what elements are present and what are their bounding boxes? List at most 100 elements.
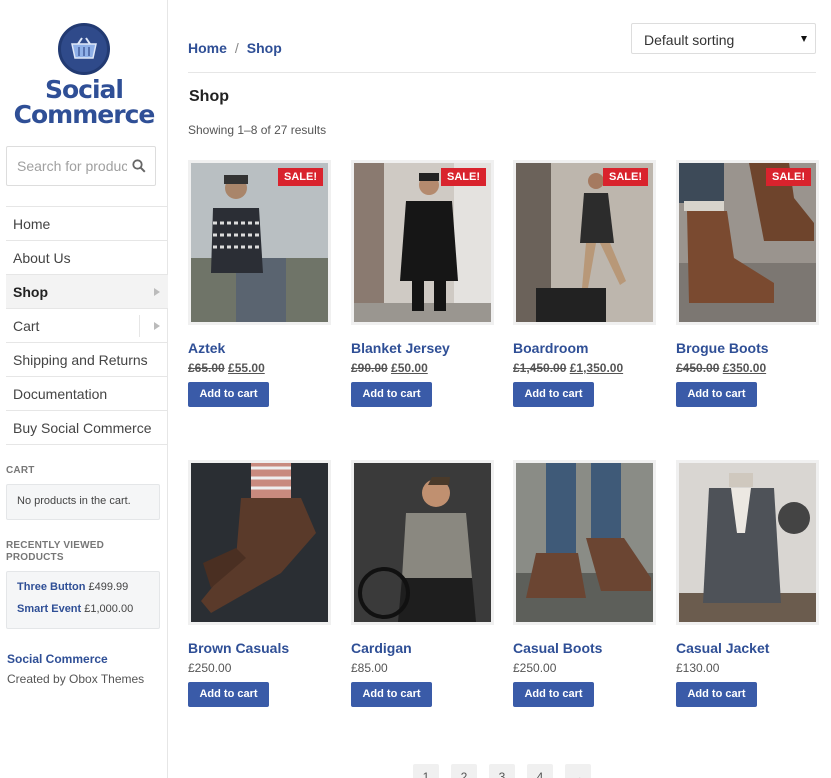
product-image[interactable] <box>513 460 656 625</box>
nav-item-label: Shipping and Returns <box>13 351 148 368</box>
product-price: £90.00 £50.00 <box>351 361 496 375</box>
sorting-selected-value: Default sorting <box>644 32 735 48</box>
recent-product-price: £1,000.00 <box>84 603 134 615</box>
product-image[interactable]: SALE! <box>513 160 656 325</box>
product-image[interactable]: SALE! <box>676 160 819 325</box>
chevron-right-icon <box>154 288 160 296</box>
sorting-select[interactable]: Default sorting <box>631 23 816 54</box>
add-to-cart-button[interactable]: Add to cart <box>188 682 269 707</box>
footer-title-link[interactable]: Social Commerce <box>7 652 108 666</box>
nav-item-home[interactable]: Home <box>6 207 168 241</box>
product-card: SALE! Aztek £65.00 £55.00 Add to cart <box>188 160 333 407</box>
old-price: £1,450.00 <box>513 361 567 375</box>
brand-name-line2: Commerce <box>13 100 156 129</box>
product-name-link[interactable]: Brogue Boots <box>676 340 821 356</box>
sale-price: £50.00 <box>391 361 428 375</box>
sale-badge: SALE! <box>766 168 811 186</box>
breadcrumb-current[interactable]: Shop <box>247 40 282 56</box>
product-card: Casual Jacket £130.00 Add to cart <box>676 460 821 707</box>
cart-empty-text: No products in the cart. <box>17 495 131 507</box>
breadcrumb: Home / Shop <box>188 40 282 56</box>
divider <box>188 72 816 73</box>
product-price: £250.00 <box>188 661 232 675</box>
add-to-cart-button[interactable]: Add to cart <box>351 682 432 707</box>
next-page-link[interactable]: → <box>565 764 591 778</box>
product-image[interactable]: SALE! <box>188 160 331 325</box>
nav-item-label: Documentation <box>13 385 108 402</box>
breadcrumb-separator: / <box>234 40 239 56</box>
pagination: 1 2 3 4 → <box>413 764 603 778</box>
product-price: £130.00 <box>676 661 720 675</box>
page-link[interactable]: 4 <box>527 764 553 778</box>
product-image[interactable] <box>188 460 331 625</box>
cart-widget-title: CART <box>6 465 35 476</box>
main-nav: Home About Us Shop Cart Shipping and Ret… <box>6 206 168 445</box>
nav-item-buy-social-commerce[interactable]: Buy Social Commerce <box>6 411 168 445</box>
search-icon[interactable] <box>132 159 146 173</box>
breadcrumb-home-link[interactable]: Home <box>188 40 227 56</box>
nav-item-label: Home <box>13 215 51 232</box>
product-card: SALE! Brogue Boots £450.00 £350.00 Add t… <box>676 160 821 407</box>
sale-badge: SALE! <box>603 168 648 186</box>
product-name-link[interactable]: Casual Boots <box>513 640 658 656</box>
site-logo[interactable]: Social Commerce <box>0 18 168 127</box>
product-card: Casual Boots £250.00 Add to cart <box>513 460 658 707</box>
page-link[interactable]: 2 <box>451 764 477 778</box>
product-price: £250.00 <box>513 661 557 675</box>
recent-product-price: £499.99 <box>88 581 129 593</box>
brand-name-line1: Social <box>44 75 124 104</box>
add-to-cart-button[interactable]: Add to cart <box>351 382 432 407</box>
nav-item-shop[interactable]: Shop <box>6 275 168 309</box>
sale-price: £350.00 <box>722 361 767 375</box>
recent-product-link[interactable]: Smart Event <box>17 603 81 615</box>
nav-item-cart[interactable]: Cart <box>6 309 168 343</box>
sidebar: Social Commerce Home About Us Shop Cart … <box>0 0 168 778</box>
product-name-link[interactable]: Brown Casuals <box>188 640 333 656</box>
list-item: Three Button £499.99 <box>17 581 149 603</box>
nav-item-label: Cart <box>13 317 40 334</box>
product-image[interactable] <box>351 460 494 625</box>
nav-item-documentation[interactable]: Documentation <box>6 377 168 411</box>
caret-down-icon <box>801 36 807 42</box>
result-count: Showing 1–8 of 27 results <box>188 123 327 137</box>
page-link[interactable]: 3 <box>489 764 515 778</box>
list-item: Smart Event £1,000.00 <box>17 603 149 625</box>
add-to-cart-button[interactable]: Add to cart <box>513 682 594 707</box>
product-price: £1,450.00 £1,350.00 <box>513 361 658 375</box>
basket-logo-icon <box>58 23 110 75</box>
product-name-link[interactable]: Aztek <box>188 340 333 356</box>
product-image[interactable]: SALE! <box>351 160 494 325</box>
add-to-cart-button[interactable]: Add to cart <box>188 382 269 407</box>
add-to-cart-button[interactable]: Add to cart <box>676 682 757 707</box>
nav-item-shipping-and-returns[interactable]: Shipping and Returns <box>6 343 168 377</box>
sale-price: £55.00 <box>228 361 265 375</box>
recent-product-link[interactable]: Three Button <box>17 581 85 593</box>
divider <box>139 315 140 337</box>
sale-price: £1,350.00 <box>569 361 624 375</box>
product-name-link[interactable]: Boardroom <box>513 340 658 356</box>
recent-widget-title-line1: RECENTLY VIEWED <box>6 540 105 551</box>
add-to-cart-button[interactable]: Add to cart <box>513 382 594 407</box>
product-name-link[interactable]: Cardigan <box>351 640 496 656</box>
search-input[interactable] <box>7 147 127 185</box>
product-card: SALE! Boardroom £1,450.00 £1,350.00 Add … <box>513 160 658 407</box>
cart-widget: No products in the cart. <box>6 484 160 520</box>
old-price: £65.00 <box>188 361 225 375</box>
product-card: SALE! Blanket Jersey £90.00 £50.00 Add t… <box>351 160 496 407</box>
sale-badge: SALE! <box>278 168 323 186</box>
product-price: £85.00 <box>351 661 388 675</box>
chevron-right-icon[interactable] <box>154 322 160 330</box>
page-link[interactable]: 1 <box>413 764 439 778</box>
product-image[interactable] <box>676 460 819 625</box>
nav-item-label: About Us <box>13 249 71 266</box>
nav-item-label: Buy Social Commerce <box>13 419 152 436</box>
product-card: Brown Casuals £250.00 Add to cart <box>188 460 333 707</box>
footer-credit: Created by Obox Themes <box>7 672 145 686</box>
product-name-link[interactable]: Blanket Jersey <box>351 340 496 356</box>
add-to-cart-button[interactable]: Add to cart <box>676 382 757 407</box>
search-box <box>6 146 156 186</box>
nav-item-label: Shop <box>13 283 48 300</box>
page-title: Shop <box>189 88 229 105</box>
nav-item-about-us[interactable]: About Us <box>6 241 168 275</box>
product-name-link[interactable]: Casual Jacket <box>676 640 821 656</box>
